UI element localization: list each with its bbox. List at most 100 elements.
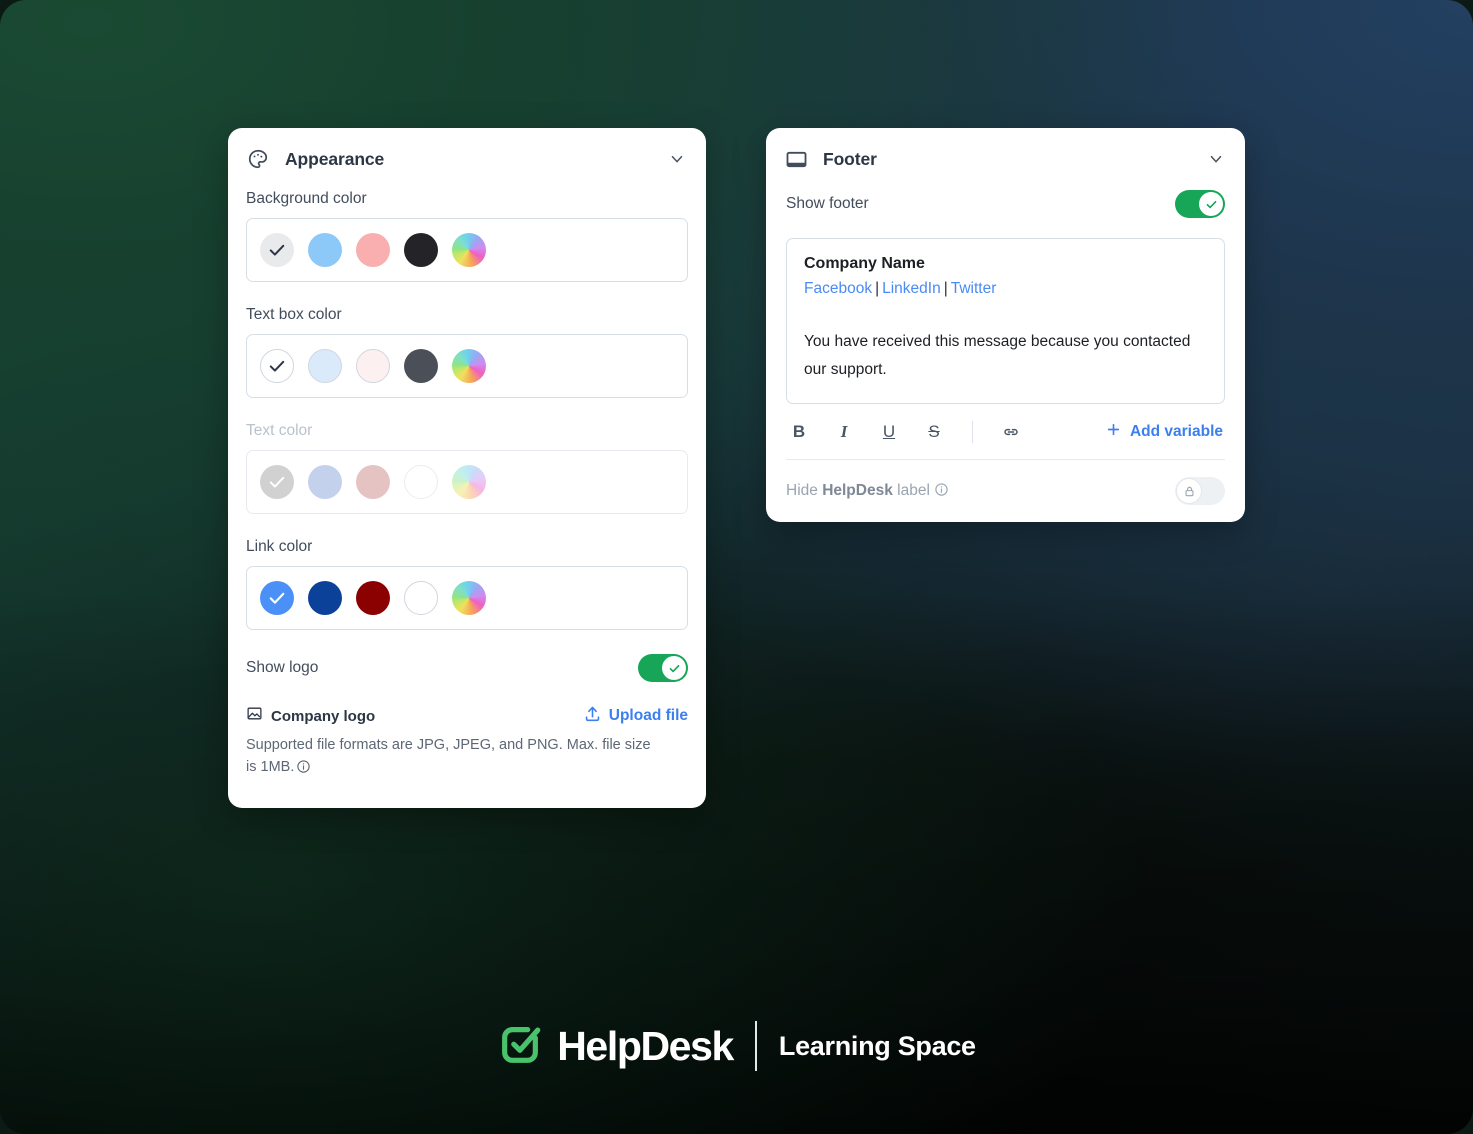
footer-card-header: Footer [766,128,1245,190]
swatch-pale-pink[interactable] [356,349,390,383]
helpdesk-check-logo-icon [497,1021,543,1072]
hide-helpdesk-label-toggle [1175,477,1225,506]
brand-divider [754,1021,757,1071]
footer-icon [784,147,808,171]
swatch-blue[interactable] [260,581,294,615]
company-logo-help-text: Supported file formats are JPG, JPEG, an… [246,734,656,782]
toggle-knob [662,656,686,680]
editor-toolbar: B I U S Add variable [786,404,1225,461]
image-icon [246,705,263,727]
company-logo-left: Company logo [246,705,375,727]
add-variable-button[interactable]: Add variable [1105,421,1225,443]
text-box-color-swatch-row [260,349,486,383]
strikethrough-button[interactable]: S [924,422,944,442]
upload-file-button[interactable]: Upload file [583,704,688,728]
background-color-swatch-row [260,233,486,267]
swatch-custom-color-wheel[interactable] [452,581,486,615]
link-color-swatch-row [260,581,486,615]
swatch-gray [260,465,294,499]
footer-card-body: Show footer Company Name Facebook | Linked… [766,190,1245,522]
link-linkedin[interactable]: LinkedIn [882,280,941,297]
link-twitter[interactable]: Twitter [951,280,997,297]
swatch-white[interactable] [404,581,438,615]
show-logo-label: Show logo [246,659,319,676]
page-background [0,0,1473,1134]
footer-text-editor[interactable]: Company Name Facebook | LinkedIn | Twitter Y… [786,238,1225,405]
swatch-pink[interactable] [356,233,390,267]
swatch-dark-slate[interactable] [404,349,438,383]
color-group-background: Background color [246,190,688,282]
show-logo-toggle[interactable] [638,654,688,682]
footer-card-title: Footer [823,148,877,169]
company-logo-block: Company logo Upload file Supported file … [246,682,688,808]
hide-brand: HelpDesk [822,482,893,500]
footer-card: Footer Show footer Company Name Facebook… [766,128,1245,523]
show-logo-row: Show logo [246,654,688,682]
appearance-card: Appearance Background color Text box col… [228,128,706,808]
italic-button[interactable]: I [834,422,854,442]
text-box-color-swatch-box [246,334,688,398]
swatch-white[interactable] [260,349,294,383]
link-color-swatch-box [246,566,688,630]
hide-helpdesk-label-row: Hide HelpDesk label [786,460,1225,522]
text-color-swatch-box [246,450,688,514]
swatch-dusty-rose [356,465,390,499]
link-separator: | [943,280,948,297]
link-facebook[interactable]: Facebook [804,280,872,297]
helpdesk-brand-mark: HelpDesk [497,1021,734,1072]
lock-icon [1177,479,1201,504]
editor-company-name: Company Name [804,255,925,272]
show-footer-label: Show footer [786,195,869,212]
swatch-navy[interactable] [308,581,342,615]
editor-body-text: You have received this message because y… [804,333,1191,378]
company-logo-line: Company logo Upload file [246,704,688,728]
swatch-white [404,465,438,499]
swatch-black[interactable] [404,233,438,267]
swatch-pale-blue[interactable] [308,349,342,383]
underline-button[interactable]: U [879,422,899,442]
color-group-text: Text color [246,422,688,514]
editor-social-links: Facebook | LinkedIn | Twitter [804,280,1207,298]
swatch-light-blue[interactable] [308,233,342,267]
swatch-light-gray[interactable] [260,233,294,267]
upload-icon [583,704,602,728]
text-color-label: Text color [246,422,313,439]
palette-icon [246,147,270,171]
appearance-card-header: Appearance [228,128,706,190]
brand-footer: HelpDesk Learning Space [0,1014,1473,1078]
background-color-swatch-box [246,218,688,282]
info-icon[interactable] [296,760,311,778]
text-color-swatch-row [260,465,486,499]
swatch-custom-color-wheel [452,465,486,499]
footer-collapse-chevron-down-icon[interactable] [1207,150,1225,168]
color-group-textbox: Text box color [246,306,688,398]
brand-subtitle: Learning Space [778,1030,976,1061]
color-group-link: Link color [246,538,688,630]
appearance-card-title: Appearance [285,148,385,169]
text-box-color-label: Text box color [246,306,342,323]
bold-button[interactable]: B [789,422,809,442]
hide-helpdesk-label-text: Hide HelpDesk label [786,482,949,500]
company-logo-label: Company logo [271,707,376,725]
background-color-label: Background color [246,190,367,207]
appearance-collapse-chevron-down-icon[interactable] [668,150,686,168]
toolbar-divider [972,420,973,443]
swatch-custom-color-wheel[interactable] [452,233,486,267]
plus-icon [1105,421,1122,443]
hide-suffix: label [892,482,930,500]
add-variable-label: Add variable [1129,422,1223,440]
appearance-card-body: Background color Text box color Text col… [228,190,706,808]
show-footer-row: Show footer [786,190,1225,218]
toggle-knob [1199,192,1223,216]
swatch-steel-blue [308,465,342,499]
info-icon[interactable] [934,482,949,499]
hide-prefix: Hide [786,482,823,500]
swatch-dark-red[interactable] [356,581,390,615]
link-color-label: Link color [246,538,313,555]
link-icon[interactable] [1001,422,1021,442]
swatch-custom-color-wheel[interactable] [452,349,486,383]
helpdesk-wordmark: HelpDesk [557,1022,734,1069]
link-separator: | [875,280,880,297]
show-footer-toggle[interactable] [1175,190,1225,218]
upload-file-label: Upload file [608,707,688,724]
